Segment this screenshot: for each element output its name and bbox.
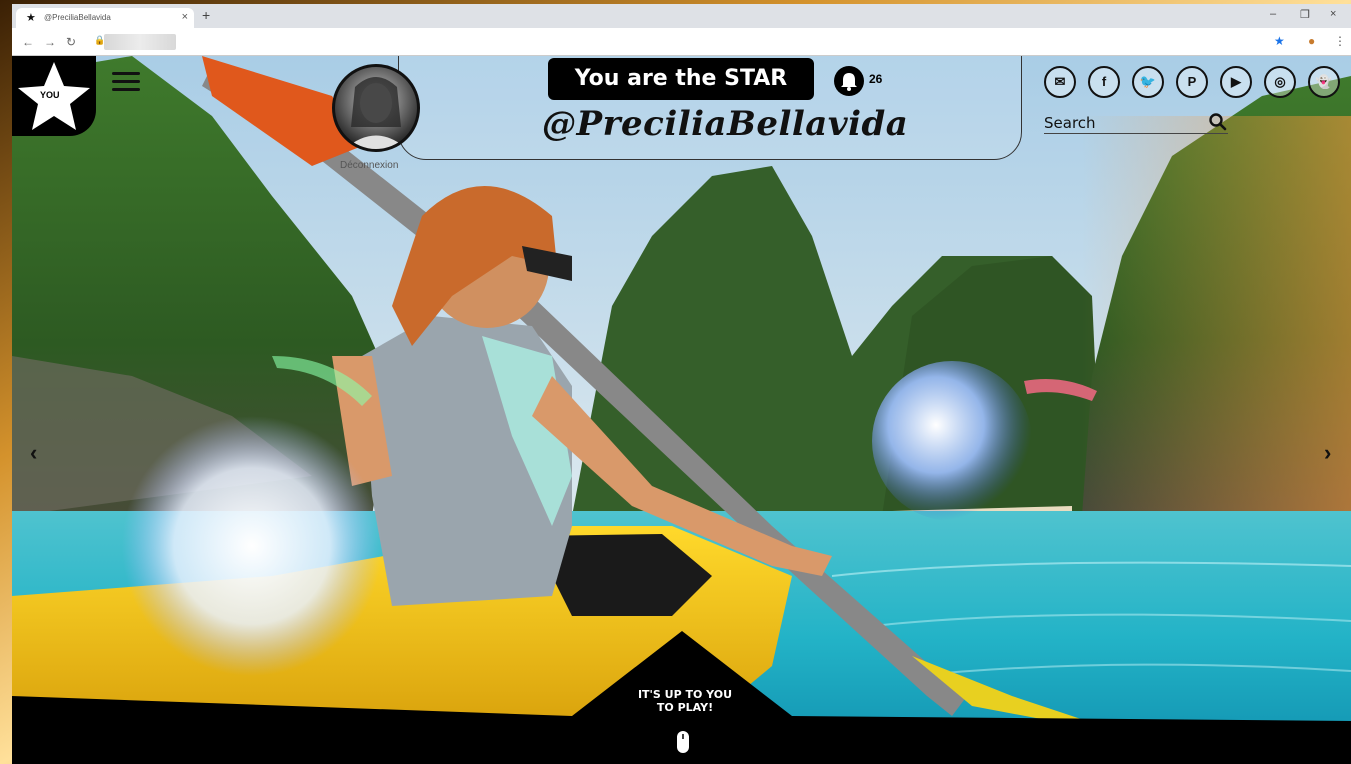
url-field[interactable] (104, 34, 176, 50)
twitter-icon[interactable]: 🐦 (1132, 66, 1164, 98)
user-handle: @PreciliaBellavida (542, 104, 909, 144)
scroll-mouse-icon[interactable] (676, 730, 690, 754)
notification-count: 26 (869, 72, 883, 86)
cta-text[interactable]: IT'S UP TO YOU TO PLAY! (620, 688, 750, 714)
pinterest-icon[interactable]: P (1176, 66, 1208, 98)
bookmark-star-icon[interactable]: ★ (1274, 34, 1285, 48)
profile-avatar-icon[interactable]: ● (1308, 34, 1315, 48)
carousel-next-arrow-icon[interactable]: › (1324, 440, 1344, 468)
logout-link[interactable]: Déconnexion (340, 160, 398, 171)
snapchat-icon[interactable]: 👻 (1308, 66, 1340, 98)
restore-button[interactable]: ❐ (1300, 8, 1310, 21)
browser-tab[interactable]: ★ @PreciliaBellavida × (16, 8, 194, 28)
search-icon[interactable] (1208, 112, 1228, 132)
address-bar: ← → ↻ 🔒 ★ ● ⋮ (12, 28, 1351, 56)
new-tab-button[interactable]: + (202, 7, 210, 23)
search-input[interactable] (1044, 114, 1194, 132)
facebook-icon[interactable]: f (1088, 66, 1120, 98)
close-window-button[interactable]: × (1330, 8, 1336, 20)
tab-close-icon[interactable]: × (182, 11, 188, 23)
cta-line-2: TO PLAY! (656, 701, 714, 714)
reload-icon[interactable]: ↻ (66, 35, 76, 49)
avatar[interactable] (332, 64, 420, 152)
you-star-logo[interactable]: YOU (12, 56, 96, 136)
hamburger-menu-icon[interactable] (112, 72, 140, 92)
notification-bell-icon[interactable] (834, 66, 864, 96)
star-favicon-icon: ★ (26, 12, 36, 24)
logo-text: YOU (40, 90, 60, 100)
tab-title: @PreciliaBellavida (44, 13, 111, 22)
tab-strip: ★ @PreciliaBellavida × + – ❐ × (12, 4, 1351, 28)
carousel-prev-arrow-icon[interactable]: ‹ (30, 440, 50, 468)
tagline-banner: You are the STAR (548, 58, 814, 100)
browser-window: ★ @PreciliaBellavida × + – ❐ × ← → ↻ 🔒 ★… (12, 4, 1351, 764)
youtube-icon[interactable]: ▶ (1220, 66, 1252, 98)
menu-kebab-icon[interactable]: ⋮ (1334, 34, 1346, 48)
search-box (1044, 112, 1228, 134)
mail-icon[interactable]: ✉ (1044, 66, 1076, 98)
hero-image (12, 56, 1351, 764)
forward-arrow-icon[interactable]: → (44, 35, 56, 49)
minimize-button[interactable]: – (1270, 8, 1276, 20)
back-arrow-icon[interactable]: ← (22, 35, 34, 49)
cta-line-1: IT'S UP TO YOU (637, 688, 733, 701)
instagram-icon[interactable]: ◎ (1264, 66, 1296, 98)
page-viewport: YOU Déconnexion You are the STAR 26 @Pre… (12, 56, 1351, 764)
